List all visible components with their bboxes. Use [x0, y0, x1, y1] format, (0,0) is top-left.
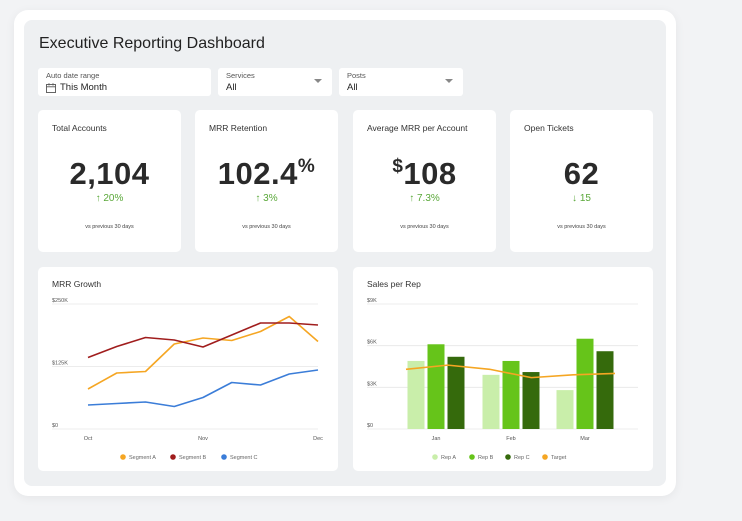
kpi-card-open-tickets: Open Tickets 62 ↓ 15 vs previous 30 days — [510, 110, 653, 252]
legend-label: Segment C — [230, 455, 258, 461]
y-tick-label: $250K — [52, 298, 68, 304]
kpi-label: Open Tickets — [524, 123, 574, 133]
series-line-segment-a — [87, 315, 319, 390]
kpi-delta: ↑ 3% — [255, 193, 278, 204]
y-tick-label: $0 — [52, 423, 58, 429]
kpi-delta: ↑ 20% — [95, 193, 124, 204]
services-value: All — [226, 82, 237, 93]
x-tick-label: Oct — [84, 436, 93, 442]
y-tick-label: $9K — [367, 298, 377, 304]
legend-label: Segment A — [129, 455, 156, 461]
y-tick-label: $125K — [52, 361, 68, 367]
kpi-card-mrr-retention: MRR Retention 102.4% ↑ 3% vs previous 30… — [195, 110, 338, 252]
posts-label: Posts — [347, 71, 366, 80]
posts-value: All — [347, 82, 358, 93]
x-tick-label: Jan — [432, 436, 441, 442]
legend-marker — [542, 454, 548, 460]
kpi-value: 2,104 — [69, 156, 150, 191]
bar-rep-b — [576, 338, 594, 429]
chevron-down-icon — [314, 79, 322, 83]
legend-label: Rep B — [478, 455, 494, 461]
kpi-delta: ↓ 15 — [572, 193, 591, 204]
bar-rep-a — [482, 374, 500, 429]
legend-label: Target — [551, 455, 567, 461]
posts-filter[interactable]: Posts All — [339, 68, 463, 96]
mrr-growth-chart: $0 $125K $250K Oct Nov Dec Segment A Segment B S… — [52, 298, 323, 461]
x-tick-label: Nov — [198, 436, 208, 442]
services-label: Services — [226, 71, 255, 80]
series-line-segment-b — [87, 322, 319, 359]
kpi-value: 102.4% — [217, 156, 316, 191]
mrr-growth-card: MRR Growth $0 $125K $250K Oct Nov Dec Segment … — [38, 267, 338, 471]
y-tick-label: $6K — [367, 340, 377, 346]
kpi-comparison-note: vs previous 30 days — [242, 224, 291, 230]
sales-per-rep-chart: $0 $3K $6K $9K Jan Feb Mar Rep A Rep B Rep C Targe… — [367, 298, 638, 461]
kpi-value: 62 — [563, 156, 600, 191]
legend-marker — [469, 454, 475, 460]
bar-rep-b — [502, 360, 520, 429]
x-tick-label: Feb — [506, 436, 515, 442]
legend-marker — [432, 454, 438, 460]
bar-rep-a — [556, 390, 574, 429]
x-tick-label: Dec — [313, 436, 323, 442]
kpi-label: Total Accounts — [52, 123, 107, 133]
kpi-value: $108 — [392, 156, 457, 191]
legend-label: Rep C — [514, 455, 530, 461]
kpi-card-total-accounts: Total Accounts 2,104 ↑ 20% vs previous 3… — [38, 110, 181, 252]
y-tick-label: $3K — [367, 381, 377, 387]
bar-rep-c — [522, 372, 540, 429]
kpi-comparison-note: vs previous 30 days — [85, 224, 134, 230]
sales-per-rep-card: Sales per Rep $0 $3K $6K $9K Jan Feb Mar Rep AR… — [353, 267, 653, 471]
bar-rep-c — [447, 356, 465, 429]
chevron-down-icon — [445, 79, 453, 83]
bar-rep-a — [407, 360, 425, 429]
legend-marker — [505, 454, 511, 460]
kpi-label: Average MRR per Account — [367, 123, 468, 133]
series-line-segment-c — [87, 369, 319, 408]
services-filter[interactable]: Services All — [218, 68, 332, 96]
date-range-value: This Month — [60, 82, 107, 93]
kpi-comparison-note: vs previous 30 days — [557, 224, 606, 230]
kpi-label: MRR Retention — [209, 123, 268, 133]
kpi-card-average-mrr: Average MRR per Account $108 ↑ 7.3% vs p… — [353, 110, 496, 252]
page-title: Executive Reporting Dashboard — [39, 35, 265, 52]
legend-label: Segment B — [179, 455, 207, 461]
x-tick-label: Mar — [580, 436, 590, 442]
calendar-icon — [46, 82, 56, 93]
kpi-delta: ↑ 7.3% — [409, 193, 440, 204]
bar-rep-c — [596, 351, 614, 429]
date-range-filter[interactable]: Auto date range This Month — [38, 68, 211, 96]
bar-rep-b — [427, 344, 445, 429]
kpi-comparison-note: vs previous 30 days — [400, 224, 449, 230]
legend-marker — [221, 454, 227, 460]
legend-label: Rep A — [441, 455, 456, 461]
legend-marker — [170, 454, 176, 460]
legend-marker — [120, 454, 126, 460]
date-range-label: Auto date range — [46, 71, 100, 80]
y-tick-label: $0 — [367, 423, 373, 429]
